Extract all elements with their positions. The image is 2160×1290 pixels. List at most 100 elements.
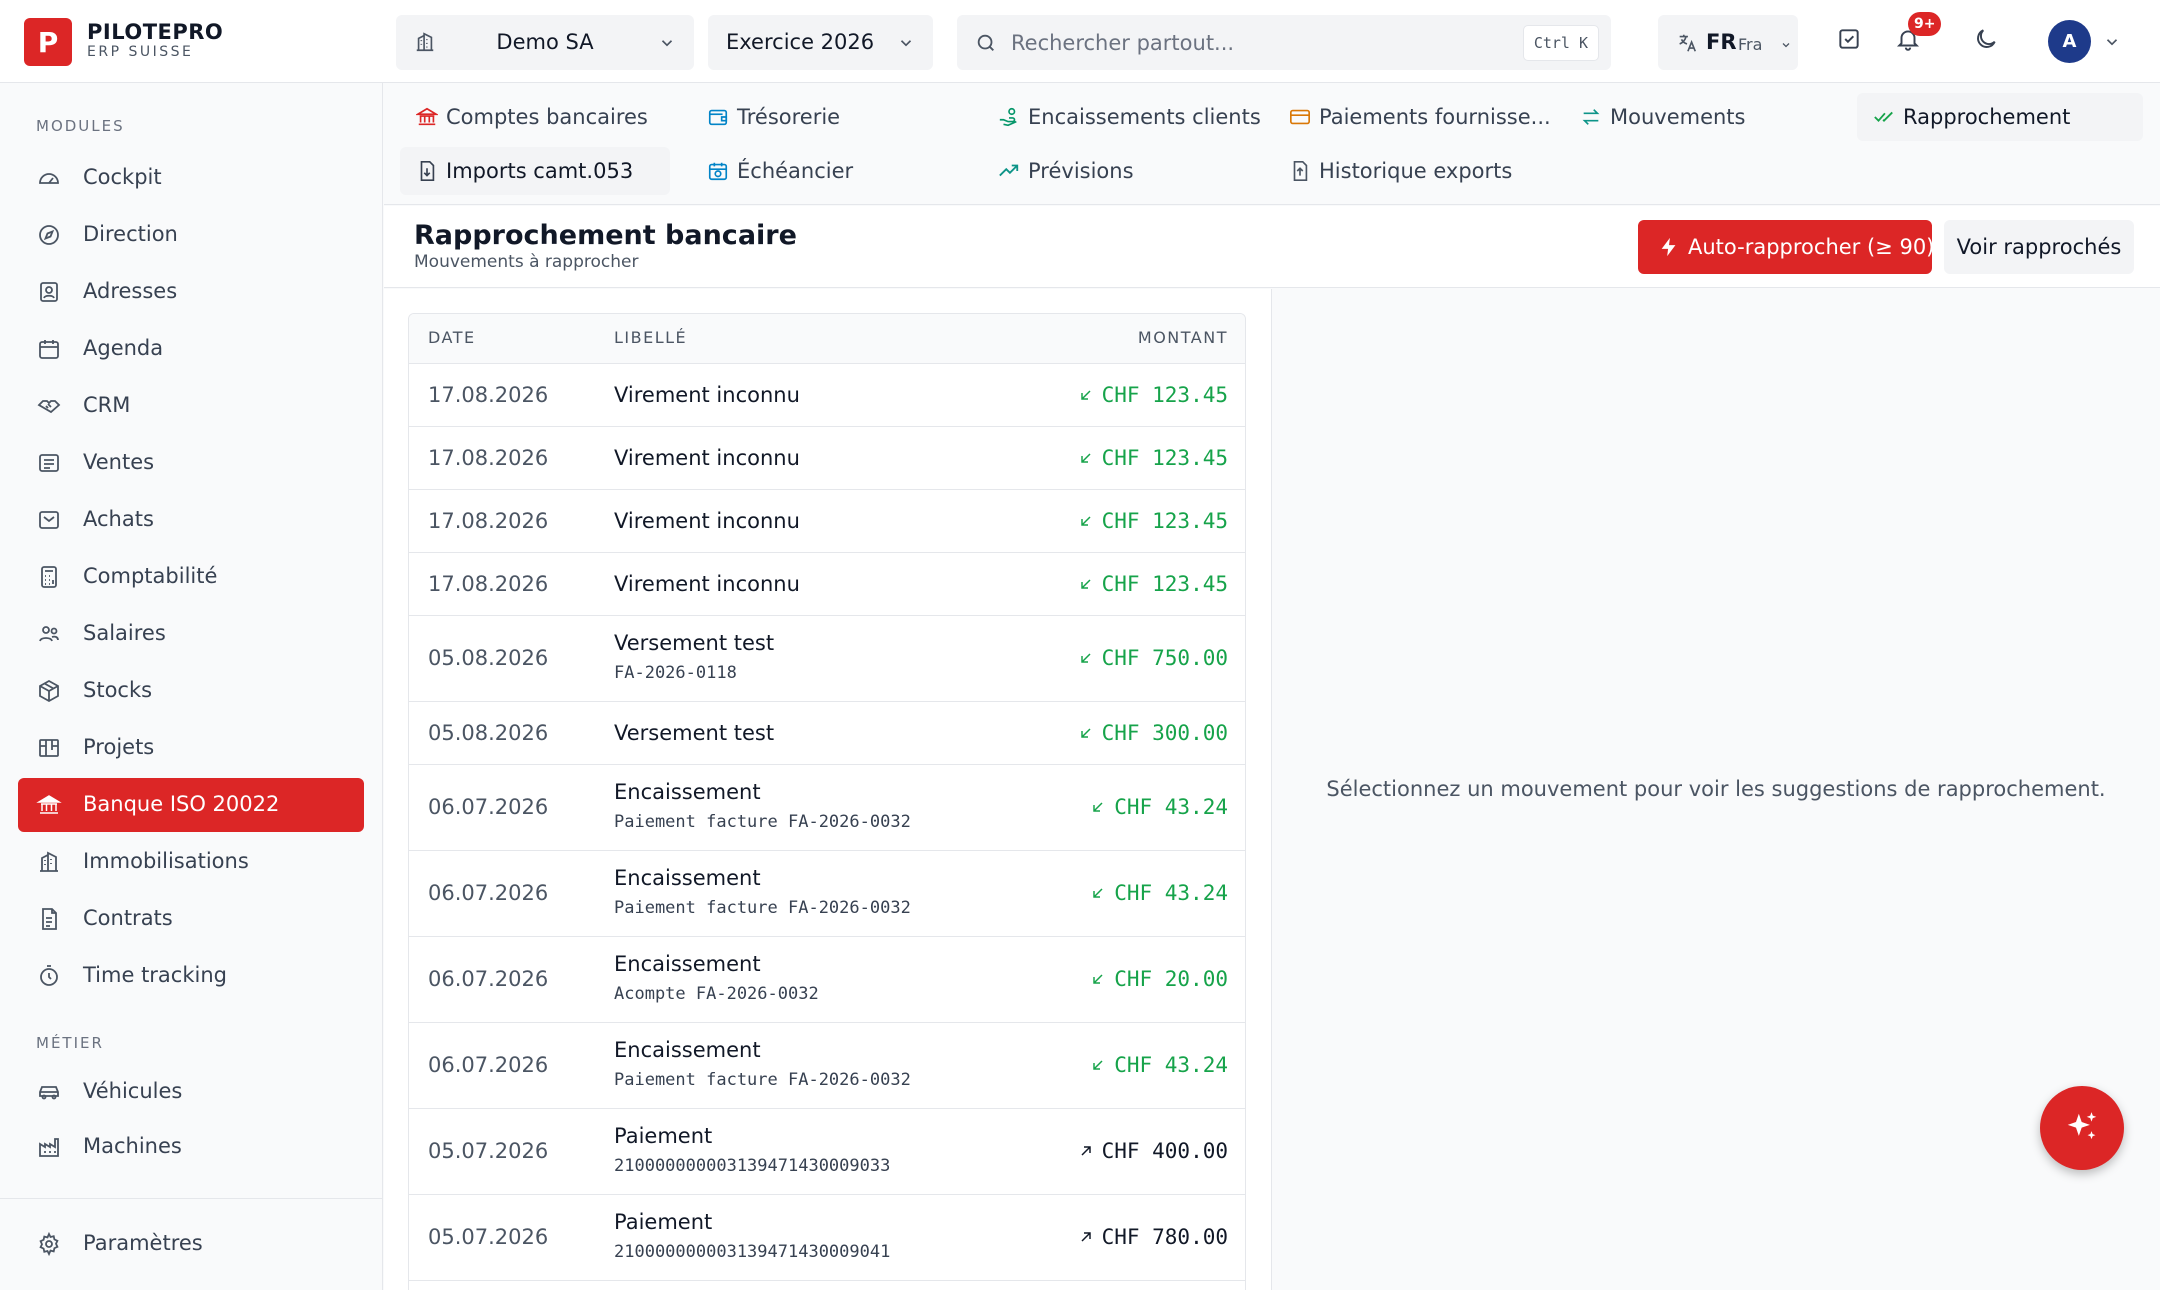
sidebar-item-salaires[interactable]: Salaires: [18, 607, 364, 661]
wallet-icon: [707, 106, 729, 128]
tab-mouvements[interactable]: Mouvements: [1564, 93, 1784, 141]
fiscal-year-select[interactable]: Exercice 2026: [708, 15, 933, 70]
sidebar-item-vehicules[interactable]: Véhicules: [18, 1065, 364, 1119]
sidebar-item-parametres[interactable]: Paramètres: [18, 1217, 364, 1271]
arrow-down-left-icon: [1078, 450, 1094, 466]
sidebar-item-adresses[interactable]: Adresses: [18, 265, 364, 319]
sidebar-item-crm[interactable]: CRM: [18, 379, 364, 433]
sidebar-item-agenda[interactable]: Agenda: [18, 322, 364, 376]
moon-icon[interactable]: [1973, 26, 1999, 52]
table-row[interactable]: 06.07.2026 Encaissement Paiement facture F…: [409, 851, 1245, 937]
view-matched-button[interactable]: Voir rapprochés: [1944, 220, 2134, 274]
row-label: Virement inconnu: [614, 445, 800, 470]
table-row[interactable]: 05.08.2026 Versement test CHF 300.00: [409, 702, 1245, 765]
task-check-icon[interactable]: [1836, 26, 1862, 52]
gear-icon: [36, 1232, 62, 1256]
arrow-down-left-icon: [1090, 799, 1106, 815]
sidebar-item-contrats[interactable]: Contrats: [18, 892, 364, 946]
row-date: 05.07.2026: [428, 1225, 549, 1249]
global-search[interactable]: Ctrl K: [957, 15, 1611, 70]
arrow-up-right-icon: [1078, 1143, 1094, 1159]
row-label: Virement inconnu: [614, 571, 800, 596]
table-row[interactable]: 17.08.2026 Virement inconnu CHF 123.45: [409, 490, 1245, 553]
sidebar-item-time-tracking[interactable]: Time tracking: [18, 949, 364, 1003]
handshake-icon: [36, 394, 62, 418]
users-icon: [36, 622, 62, 646]
tab-echeancier[interactable]: Échéancier: [691, 147, 891, 195]
search-input[interactable]: [1011, 25, 1451, 60]
translate-icon: [1676, 32, 1698, 54]
ai-assistant-button[interactable]: [2040, 1086, 2124, 1170]
compass-icon: [36, 223, 62, 247]
tab-rapprochement[interactable]: Rapprochement: [1857, 93, 2143, 141]
tab-label: Imports camt.053: [446, 159, 634, 183]
sidebar-section-modules: MODULES: [36, 117, 125, 135]
sparkles-icon: [2063, 1109, 2101, 1147]
sidebar-item-label: Salaires: [83, 621, 166, 645]
sidebar-item-cockpit[interactable]: Cockpit: [18, 151, 364, 205]
tab-encaissements-clients[interactable]: Encaissements clients: [982, 93, 1272, 141]
sidebar-item-direction[interactable]: Direction: [18, 208, 364, 262]
sidebar-item-machines[interactable]: Machines: [18, 1120, 364, 1174]
row-reference: Paiement facture FA-2026-0032: [614, 1070, 911, 1090]
page-title: Rapprochement bancaire: [414, 220, 797, 251]
chevron-down-icon: [1780, 39, 1792, 51]
tab-imports-camt[interactable]: Imports camt.053: [400, 147, 670, 195]
contact-icon: [36, 280, 62, 304]
table-row[interactable]: 17.08.2026 Virement inconnu CHF 123.45: [409, 427, 1245, 490]
row-amount: CHF 20.00: [1090, 967, 1228, 991]
chevron-down-icon: [658, 34, 676, 52]
row-amount-value: CHF 43.24: [1114, 1053, 1228, 1077]
row-date: 17.08.2026: [428, 571, 549, 596]
column-header-amount[interactable]: MONTANT: [1138, 328, 1228, 347]
column-header-label[interactable]: LIBELLÉ: [614, 328, 687, 347]
row-amount-value: CHF 300.00: [1101, 720, 1228, 745]
table-row[interactable]: 05.07.2026 Paiement 2100000000031394714300…: [409, 1195, 1245, 1281]
sidebar-item-achats[interactable]: Achats: [18, 493, 364, 547]
sidebar-item-banque[interactable]: Banque ISO 20022: [18, 778, 364, 832]
row-amount-value: CHF 123.45: [1101, 445, 1228, 470]
bank-icon: [36, 793, 62, 817]
arrow-down-left-icon: [1090, 1057, 1106, 1073]
auto-match-button[interactable]: Auto-rapprocher (≥ 90): [1638, 220, 1934, 274]
page-subtitle: Mouvements à rapprocher: [414, 252, 639, 272]
company-select[interactable]: Demo SA: [396, 15, 694, 70]
chevron-down-icon[interactable]: [2103, 33, 2121, 51]
tab-tresorerie[interactable]: Trésorerie: [691, 93, 891, 141]
sidebar-item-projets[interactable]: Projets: [18, 721, 364, 775]
sidebar-item-label: Comptabilité: [83, 564, 218, 588]
row-label: Encaissement: [614, 1038, 761, 1062]
table-row[interactable]: 05.07.2026 Paiement 2100000000031394714300…: [409, 1109, 1245, 1195]
sidebar-item-comptabilite[interactable]: Comptabilité: [18, 550, 364, 604]
table-row[interactable]: 06.07.2026 Encaissement Paiement facture F…: [409, 765, 1245, 851]
row-date: 05.08.2026: [428, 720, 549, 745]
tab-label: Encaissements clients: [1028, 105, 1261, 129]
row-date: 06.07.2026: [428, 881, 549, 905]
hand-coins-icon: [998, 106, 1020, 128]
table-row[interactable]: 17.08.2026 Virement inconnu CHF 123.45: [409, 364, 1245, 427]
table-row[interactable]: 06.07.2026 Encaissement Paiement facture F…: [409, 1023, 1245, 1109]
row-date: 17.08.2026: [428, 382, 549, 407]
table-row[interactable]: 17.08.2026 Virement inconnu CHF 123.45: [409, 553, 1245, 616]
table-row[interactable]: 06.07.2026 Encaissement Acompte FA-2026-00…: [409, 937, 1245, 1023]
sidebar-item-immobilisations[interactable]: Immobilisations: [18, 835, 364, 889]
logo-mark[interactable]: P: [24, 18, 72, 66]
sidebar-item-label: Time tracking: [83, 963, 227, 987]
row-reference: Paiement facture FA-2026-0032: [614, 812, 911, 832]
column-header-date[interactable]: DATE: [428, 328, 476, 347]
sidebar-item-label: Adresses: [83, 279, 178, 303]
sidebar-item-stocks[interactable]: Stocks: [18, 664, 364, 718]
tab-historique-exports[interactable]: Historique exports: [1273, 147, 1533, 195]
building-icon: [36, 850, 62, 874]
tab-previsions[interactable]: Prévisions: [982, 147, 1182, 195]
language-select[interactable]: FR Fra: [1658, 15, 1798, 70]
row-date: 17.08.2026: [428, 445, 549, 470]
row-amount-value: CHF 43.24: [1114, 881, 1228, 905]
sidebar-item-ventes[interactable]: Ventes: [18, 436, 364, 490]
tab-comptes-bancaires[interactable]: Comptes bancaires: [400, 93, 670, 141]
table-row[interactable]: 05.08.2026 Versement test FA-2026-0118 CHF …: [409, 616, 1245, 702]
avatar[interactable]: A: [2048, 20, 2091, 63]
row-amount-value: CHF 750.00: [1101, 646, 1228, 670]
tab-paiements-fournisseurs[interactable]: Paiements fournisse...: [1273, 93, 1563, 141]
empty-state-message: Sélectionnez un mouvement pour voir les …: [1326, 777, 2106, 801]
